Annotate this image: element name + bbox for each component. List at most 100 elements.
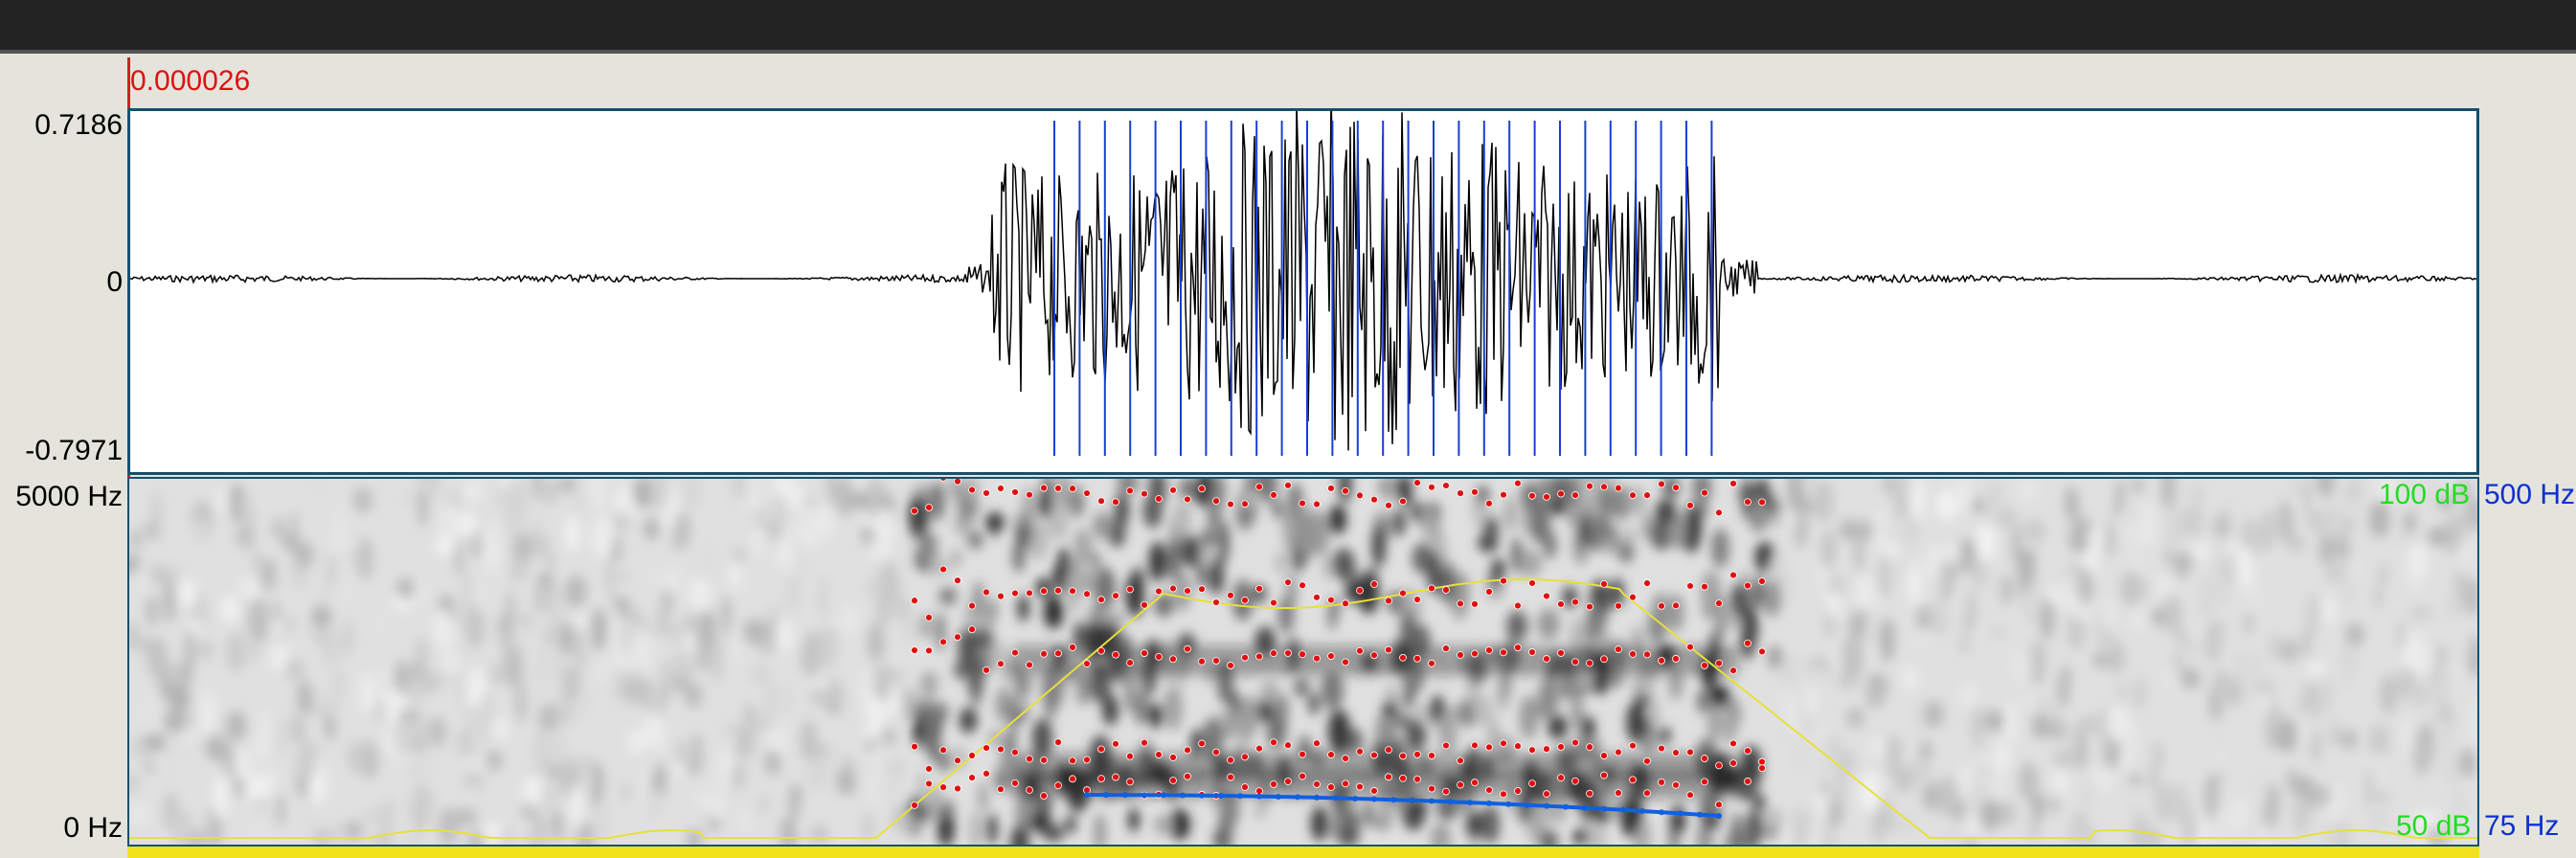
spectrogram-grain: [313, 685, 325, 723]
formant-point: [1054, 649, 1062, 658]
spectrogram-grain: [619, 781, 635, 802]
spectrogram-grain: [1454, 571, 1470, 616]
formant-point: [1600, 655, 1608, 664]
spectrogram-grain: [1573, 827, 1589, 845]
formant-point: [1758, 764, 1766, 773]
spectrogram-grain: [967, 531, 983, 550]
formant-point: [954, 784, 961, 793]
pitch-point: [1716, 813, 1722, 819]
spectrogram-grain: [649, 565, 663, 594]
spectrogram-grain: [2123, 783, 2145, 809]
spectrogram-grain: [407, 678, 423, 703]
spectrogram-grain: [875, 508, 894, 548]
spectrogram-grain: [2064, 485, 2080, 522]
formant-point: [1112, 592, 1119, 599]
spectrogram-grain: [2075, 730, 2088, 773]
formant-point: [1586, 659, 1593, 667]
pitch-point: [1525, 802, 1530, 808]
spectrogram-grain: [2449, 588, 2462, 619]
spectrogram-grain: [2244, 612, 2253, 635]
spectrogram-grain: [1579, 511, 1590, 548]
spectrogram-grain: [1961, 683, 1976, 711]
spectrogram-panel[interactable]: [127, 477, 2479, 847]
formant-point: [1327, 652, 1335, 660]
formant-point: [1485, 499, 1493, 508]
spectrogram-grain: [1760, 808, 1783, 830]
spectrogram-grain: [720, 595, 733, 637]
formant-point: [1442, 787, 1450, 796]
spectrogram-grain: [687, 756, 702, 777]
spectrogram-grain: [2262, 800, 2278, 829]
spectrogram-grain: [471, 537, 482, 556]
spectrogram-grain: [2102, 598, 2118, 635]
formant-point: [997, 592, 1005, 600]
spectrogram-grain: [1065, 815, 1076, 833]
spectrogram-grain: [1028, 813, 1051, 832]
spectrogram-grain: [2179, 666, 2202, 689]
window-title-bar: [0, 0, 2576, 54]
spectrogram-grain: [2199, 812, 2208, 845]
spectrogram-grain: [1910, 632, 1923, 662]
formant-point: [1428, 752, 1435, 759]
formant-point: [1054, 586, 1062, 595]
spectrogram-grain: [240, 578, 260, 598]
formant-point: [1686, 501, 1694, 509]
spectrogram-grain: [2248, 576, 2261, 611]
spectrogram-grain: [1960, 764, 1973, 794]
formant-point: [1083, 590, 1091, 598]
formant-point: [1571, 658, 1579, 666]
spectrogram-grain: [1430, 823, 1451, 845]
spectrogram-grain: [708, 795, 725, 822]
spectrogram-grain: [801, 639, 821, 678]
spectrogram-grain: [1196, 560, 1207, 589]
spectrogram-grain: [764, 680, 778, 716]
spectrogram-grain: [2286, 768, 2300, 794]
formant-point: [1715, 801, 1723, 809]
formant-point: [1370, 751, 1378, 759]
spectrogram-grain: [2011, 651, 2032, 683]
spectrogram-grain: [668, 620, 684, 644]
spectrogram-grain: [1402, 688, 1414, 710]
spectrogram-grain: [2040, 598, 2055, 641]
formant-point: [1370, 580, 1378, 588]
spectrogram-grain: [1895, 497, 1904, 522]
spectrogram-grain: [938, 587, 958, 605]
waveform-zero-label: 0: [106, 266, 123, 298]
spectrogram-grain: [2199, 574, 2219, 610]
formant-point: [925, 764, 933, 773]
pitch-point: [1161, 792, 1166, 799]
spectrogram-grain: [323, 571, 333, 603]
formant-point: [1241, 500, 1249, 508]
spectrogram-grain: [1971, 558, 1988, 588]
waveform-panel[interactable]: [127, 108, 2479, 475]
spectrogram-grain: [397, 708, 420, 725]
spectrogram-grain: [739, 811, 750, 834]
spectrogram-grain: [591, 516, 615, 559]
spectrogram-grain: [710, 637, 724, 683]
pitch-point: [1295, 794, 1300, 801]
formant-point: [1126, 585, 1134, 594]
formant-point: [1198, 657, 1206, 666]
formant-point: [911, 597, 918, 605]
spectrogram-grain: [2310, 784, 2332, 806]
spectrogram-grain: [749, 663, 772, 685]
formant-point: [939, 783, 947, 792]
spectrogram-grain: [396, 576, 415, 599]
spectrogram-grain: [2339, 659, 2355, 690]
formant-point: [1040, 587, 1048, 596]
spectrogram-grain: [1403, 808, 1424, 831]
formant-point: [1097, 775, 1105, 783]
formant-point: [1471, 599, 1479, 608]
spectrogram-grain: [1222, 711, 1241, 739]
spectrogram-grain: [1272, 498, 1284, 519]
formant-point: [1299, 750, 1306, 758]
spectrogram-grain: [343, 619, 353, 658]
spectrogram-grain: [260, 557, 277, 592]
spectrogram-grain: [1821, 529, 1837, 570]
formant-point: [1241, 596, 1249, 604]
spectrogram-grain: [1076, 673, 1091, 706]
pitch-point: [1218, 793, 1224, 799]
selection-bar[interactable]: [127, 847, 2479, 858]
spectrogram-grain: [2190, 638, 2203, 662]
formant-point: [1026, 786, 1033, 794]
